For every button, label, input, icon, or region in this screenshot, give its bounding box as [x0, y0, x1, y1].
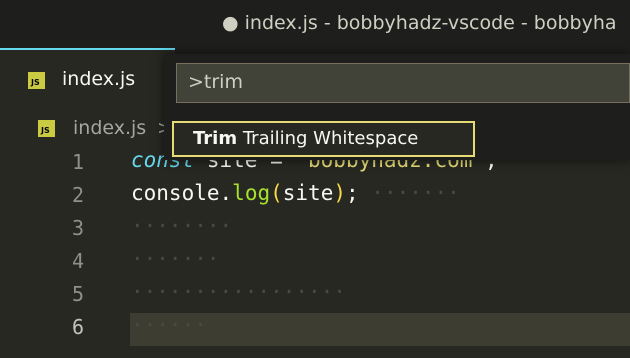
- javascript-file-icon: JS: [28, 72, 45, 89]
- code-line: 6 ······: [0, 313, 630, 346]
- whitespace-marker: ······: [131, 313, 207, 337]
- line-number: 2: [71, 183, 84, 207]
- function-token: log: [232, 181, 271, 205]
- line-number: 6: [71, 315, 84, 339]
- argument-token: site: [282, 181, 334, 205]
- code-line: 3 ········: [0, 214, 630, 247]
- paren-token: (: [270, 181, 283, 205]
- command-result-trim-trailing-whitespace[interactable]: Trim Trailing Whitespace: [172, 121, 475, 157]
- line-number: 1: [71, 150, 84, 174]
- tab-index-js[interactable]: JS index.js: [0, 48, 175, 110]
- code-line: 2 console.log(site); ·······: [0, 181, 630, 214]
- code-text: console.log(site); ·······: [131, 181, 460, 205]
- identifier-token: console: [131, 181, 220, 205]
- code-line: 4 ·······: [0, 247, 630, 280]
- line-number: 4: [71, 249, 84, 273]
- line-number: 5: [71, 282, 84, 306]
- dot-token: .: [219, 181, 233, 205]
- line-number: 3: [71, 216, 84, 240]
- breadcrumb-item-index-js[interactable]: index.js: [73, 117, 146, 139]
- command-palette: >trim Trim Trailing Whitespace: [164, 54, 630, 160]
- window-title: ● index.js - bobbyhadz-vscode - bobbyha: [222, 12, 617, 34]
- javascript-file-icon: JS: [38, 120, 55, 137]
- paren-token: ): [333, 181, 346, 205]
- match-highlight: Trim: [193, 128, 238, 149]
- whitespace-marker: ·················: [131, 280, 346, 304]
- whitespace-marker: ········: [131, 214, 233, 238]
- whitespace-marker: ·······: [358, 181, 460, 205]
- command-label: Trailing Whitespace: [237, 128, 419, 149]
- tab-label: index.js: [62, 68, 136, 90]
- semicolon-token: ;: [346, 181, 359, 205]
- title-bar: ● index.js - bobbyhadz-vscode - bobbyha: [0, 0, 630, 48]
- code-line: 5 ·················: [0, 280, 630, 313]
- code-editor[interactable]: 1 const site = 'bobbyhadz.com'; 2 consol…: [0, 148, 630, 358]
- command-palette-input[interactable]: >trim: [176, 63, 630, 103]
- whitespace-marker: ·······: [131, 247, 220, 271]
